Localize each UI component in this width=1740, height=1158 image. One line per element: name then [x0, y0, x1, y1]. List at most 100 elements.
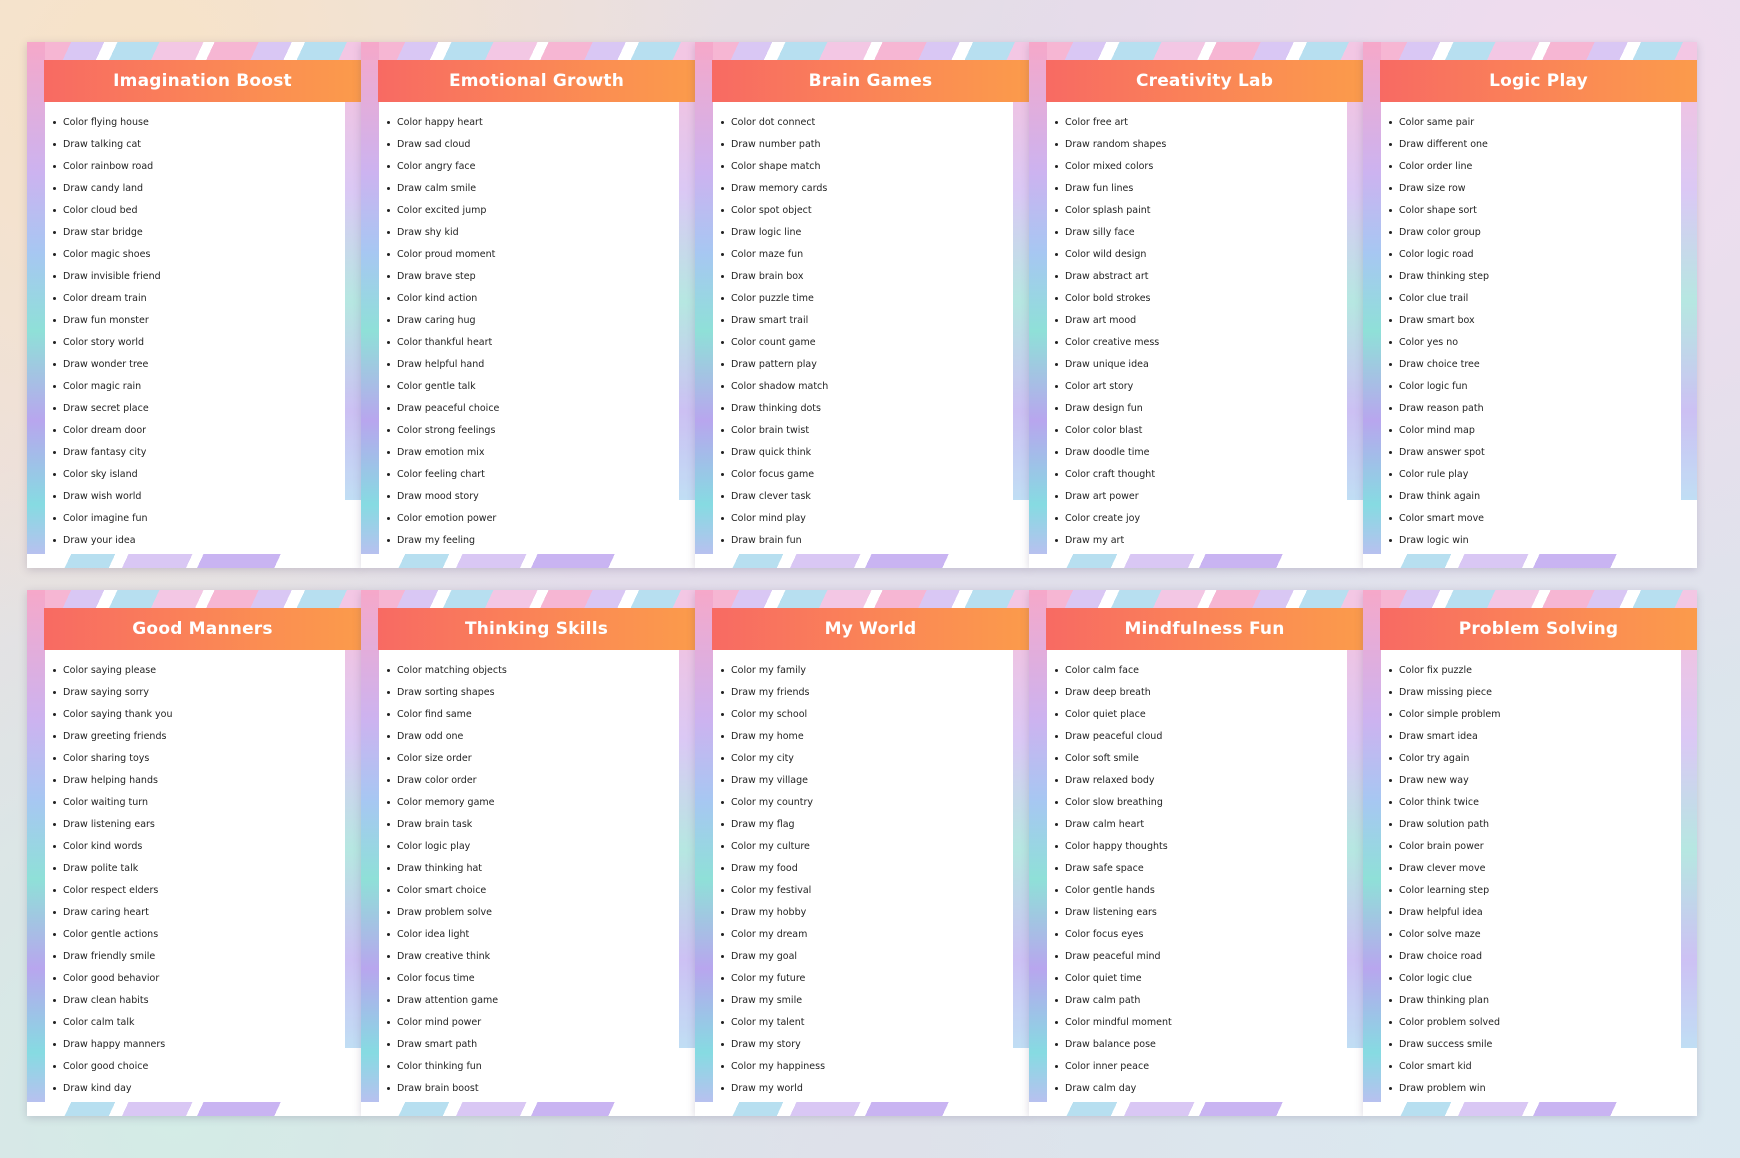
bullet-icon — [1055, 801, 1058, 804]
bullet-icon — [1389, 779, 1392, 782]
bullet-icon — [721, 495, 724, 498]
bullet-icon — [387, 429, 390, 432]
list-item-label: Draw peaceful mind — [1065, 951, 1161, 962]
list-item-label: Color gentle actions — [63, 929, 159, 940]
list-item: Draw different one — [1389, 134, 1489, 156]
bullet-icon — [1055, 955, 1058, 958]
list-item-label: Draw answer spot — [1399, 447, 1485, 458]
list-item: Color inner peace — [1055, 1056, 1172, 1078]
list-item-label: Color my country — [731, 797, 814, 808]
bullet-icon — [1055, 165, 1058, 168]
list-item-label: Color try again — [1399, 753, 1470, 764]
bullet-icon — [387, 801, 390, 804]
list-item: Color shape match — [721, 156, 828, 178]
list-item: Draw random shapes — [1055, 134, 1166, 156]
worksheet-page: Problem Solving Color fix puzzle Draw miss… — [1363, 590, 1697, 1116]
list-item-label: Color respect elders — [63, 885, 159, 896]
list-item-label: Color smart move — [1399, 513, 1485, 524]
list-item: Color angry face — [387, 156, 499, 178]
list-item-label: Color happy heart — [397, 117, 483, 128]
page-title: My World — [824, 619, 917, 639]
bullet-icon — [53, 713, 56, 716]
list-item: Draw listening ears — [1055, 902, 1172, 924]
list-item-label: Color learning step — [1399, 885, 1490, 896]
list-item: Draw success smile — [1389, 1034, 1501, 1056]
bullet-icon — [387, 165, 390, 168]
list-item: Color solve maze — [1389, 924, 1501, 946]
list-item: Color slow breathing — [1055, 792, 1172, 814]
list-item: Color think twice — [1389, 792, 1501, 814]
list-item-label: Color mindful moment — [1065, 1017, 1172, 1028]
list-item: Draw think again — [1389, 486, 1489, 508]
list-item-label: Color spot object — [731, 205, 812, 216]
page-title: Good Manners — [132, 619, 273, 639]
bullet-icon — [1055, 253, 1058, 256]
bullet-icon — [1389, 187, 1392, 190]
bullet-icon — [1055, 999, 1058, 1002]
bullet-icon — [387, 297, 390, 300]
bullet-icon — [721, 121, 724, 124]
list-item-label: Draw calm smile — [397, 183, 477, 194]
list-item: Draw smart box — [1389, 310, 1489, 332]
list-item-label: Draw sad cloud — [397, 139, 471, 150]
list-item: Draw brain boost — [387, 1078, 507, 1100]
list-item-label: Color proud moment — [397, 249, 496, 260]
list-item: Color mixed colors — [1055, 156, 1166, 178]
list-item: Color sharing toys — [53, 748, 173, 770]
bullet-icon — [721, 823, 724, 826]
activity-list: Color same pair Draw different one Color o… — [1389, 112, 1489, 552]
list-item-label: Color free art — [1065, 117, 1129, 128]
list-item: Draw abstract art — [1055, 266, 1166, 288]
list-item-label: Draw my friends — [731, 687, 810, 698]
bullet-icon — [387, 1021, 390, 1024]
list-item-label: Color quiet time — [1065, 973, 1142, 984]
list-item: Draw balance pose — [1055, 1034, 1172, 1056]
bullet-icon — [387, 407, 390, 410]
list-item-label: Draw different one — [1399, 139, 1488, 150]
bullet-icon — [53, 779, 56, 782]
list-item-label: Draw smart box — [1399, 315, 1475, 326]
list-item: Color clue trail — [1389, 288, 1489, 310]
bullet-icon — [1389, 407, 1392, 410]
decorative-edge-top — [1029, 590, 1363, 608]
list-item: Color mind play — [721, 508, 828, 530]
list-item-label: Draw thinking step — [1399, 271, 1489, 282]
page-title-bar: Good Manners — [44, 608, 361, 650]
list-item-label: Draw clever task — [731, 491, 811, 502]
bullet-icon — [1055, 495, 1058, 498]
bullet-icon — [53, 1043, 56, 1046]
list-item: Draw clever move — [1389, 858, 1501, 880]
activity-list: Color dot connect Draw number path Color s… — [721, 112, 828, 552]
bullet-icon — [721, 429, 724, 432]
decorative-edge-left — [1363, 590, 1381, 1116]
list-item: Draw caring hug — [387, 310, 499, 332]
bullet-icon — [721, 933, 724, 936]
list-item: Color gentle actions — [53, 924, 173, 946]
list-item: Color idea light — [387, 924, 507, 946]
list-item-label: Color brain power — [1399, 841, 1484, 852]
list-item-label: Draw my hobby — [731, 907, 807, 918]
bullet-icon — [1389, 363, 1392, 366]
bullet-icon — [1055, 385, 1058, 388]
list-item-label: Color dot connect — [731, 117, 816, 128]
list-item-label: Color happy thoughts — [1065, 841, 1168, 852]
list-item: Draw my story — [721, 1034, 825, 1056]
worksheet-page: Thinking Skills Color matching objects Dra… — [361, 590, 695, 1116]
bullet-icon — [721, 341, 724, 344]
list-item-label: Draw helping hands — [63, 775, 158, 786]
bullet-icon — [1055, 187, 1058, 190]
decorative-edge-top — [27, 590, 361, 608]
list-item-label: Color dream train — [63, 293, 147, 304]
list-item-label: Draw greeting friends — [63, 731, 167, 742]
bullet-icon — [1389, 429, 1392, 432]
list-item: Draw sad cloud — [387, 134, 499, 156]
list-item-label: Draw wish world — [63, 491, 142, 502]
bullet-icon — [721, 1021, 724, 1024]
list-item-label: Color find same — [397, 709, 472, 720]
list-item: Draw your idea — [53, 530, 161, 552]
list-item-label: Draw shy kid — [397, 227, 459, 238]
bullet-icon — [1389, 253, 1392, 256]
list-item: Draw my goal — [721, 946, 825, 968]
bullet-icon — [387, 889, 390, 892]
list-item: Draw size row — [1389, 178, 1489, 200]
